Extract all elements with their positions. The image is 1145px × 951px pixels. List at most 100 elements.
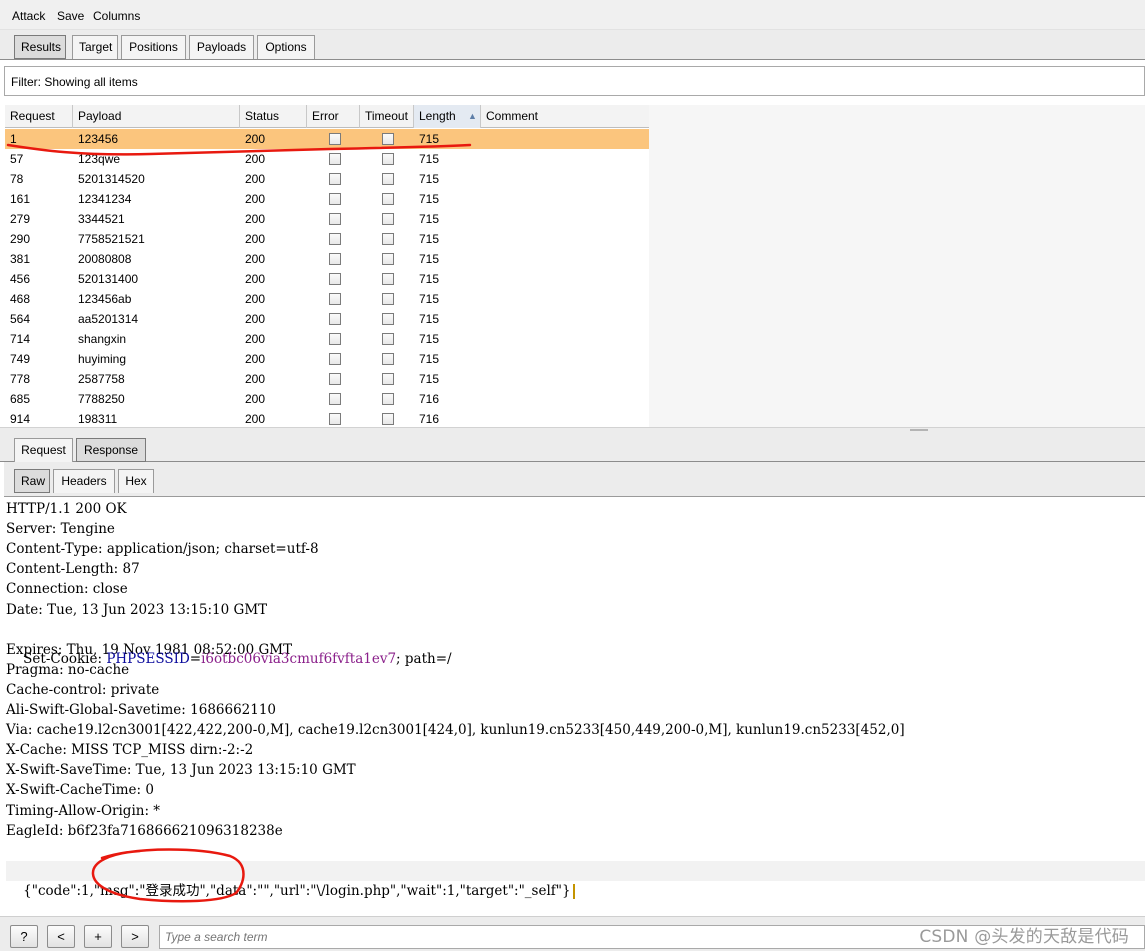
timeout-checkbox[interactable] bbox=[382, 253, 394, 265]
col-status[interactable]: Status bbox=[240, 105, 307, 128]
cell-request: 685 bbox=[10, 392, 31, 406]
cell-status: 200 bbox=[245, 132, 266, 146]
error-checkbox[interactable] bbox=[329, 413, 341, 425]
error-checkbox[interactable] bbox=[329, 213, 341, 225]
table-row[interactable]: 279 3344521 200 715 bbox=[5, 209, 649, 229]
table-row[interactable]: 714 shangxin 200 715 bbox=[5, 329, 649, 349]
cell-request: 381 bbox=[10, 252, 31, 266]
filter-bar[interactable]: Filter: Showing all items bbox=[4, 66, 1145, 96]
tab-results[interactable]: Results bbox=[14, 35, 66, 59]
error-checkbox[interactable] bbox=[329, 353, 341, 365]
table-row[interactable]: 78 5201314520 200 715 bbox=[5, 169, 649, 189]
table-row[interactable]: 468 123456ab 200 715 bbox=[5, 289, 649, 309]
cell-payload: 12341234 bbox=[78, 192, 132, 206]
cell-status: 200 bbox=[245, 292, 266, 306]
timeout-checkbox[interactable] bbox=[382, 273, 394, 285]
add-button[interactable]: + bbox=[84, 925, 112, 948]
error-checkbox[interactable] bbox=[329, 133, 341, 145]
error-checkbox[interactable] bbox=[329, 333, 341, 345]
error-checkbox[interactable] bbox=[329, 373, 341, 385]
tab-target[interactable]: Target bbox=[72, 35, 118, 59]
tab-options[interactable]: Options bbox=[257, 35, 315, 59]
timeout-checkbox[interactable] bbox=[382, 353, 394, 365]
table-row[interactable]: 914 198311 200 716 bbox=[5, 409, 649, 427]
tab-positions[interactable]: Positions bbox=[121, 35, 186, 59]
col-length-label: Length bbox=[419, 109, 456, 123]
menu-columns[interactable]: Columns bbox=[93, 9, 140, 23]
cell-length: 715 bbox=[419, 132, 440, 146]
response-line: Server: Tengine bbox=[6, 521, 115, 538]
timeout-checkbox[interactable] bbox=[382, 173, 394, 185]
cell-status: 200 bbox=[245, 372, 266, 386]
table-row[interactable]: 381 20080808 200 715 bbox=[5, 249, 649, 269]
message-tabbar: Request Response bbox=[0, 434, 1145, 462]
split-pane-divider[interactable] bbox=[0, 427, 1145, 434]
cell-status: 200 bbox=[245, 252, 266, 266]
response-raw-view[interactable]: HTTP/1.1 200 OK Server: Tengine Content-Ty… bbox=[4, 496, 1145, 916]
cell-request: 456 bbox=[10, 272, 31, 286]
cell-payload: 20080808 bbox=[78, 252, 132, 266]
tab-payloads[interactable]: Payloads bbox=[189, 35, 254, 59]
table-row[interactable]: 685 7788250 200 716 bbox=[5, 389, 649, 409]
timeout-checkbox[interactable] bbox=[382, 413, 394, 425]
cell-request: 279 bbox=[10, 212, 31, 226]
table-row[interactable]: 564 aa5201314 200 715 bbox=[5, 309, 649, 329]
cell-request: 468 bbox=[10, 292, 31, 306]
col-timeout[interactable]: Timeout bbox=[360, 105, 414, 128]
error-checkbox[interactable] bbox=[329, 253, 341, 265]
tab-hex[interactable]: Hex bbox=[118, 469, 154, 493]
timeout-checkbox[interactable] bbox=[382, 233, 394, 245]
col-length[interactable]: Length ▲ bbox=[414, 105, 481, 128]
timeout-checkbox[interactable] bbox=[382, 133, 394, 145]
table-row[interactable]: 1 123456 200 715 bbox=[5, 129, 649, 149]
table-row[interactable]: 456 520131400 200 715 bbox=[5, 269, 649, 289]
cell-request: 57 bbox=[10, 152, 24, 166]
next-button[interactable]: > bbox=[121, 925, 149, 948]
table-row[interactable]: 290 7758521521 200 715 bbox=[5, 229, 649, 249]
table-row[interactable]: 778 2587758 200 715 bbox=[5, 369, 649, 389]
timeout-checkbox[interactable] bbox=[382, 333, 394, 345]
main-tabbar: Results Target Positions Payloads Option… bbox=[0, 30, 1145, 60]
cell-length: 715 bbox=[419, 252, 440, 266]
help-button[interactable]: ? bbox=[10, 925, 38, 948]
tab-response[interactable]: Response bbox=[76, 438, 146, 462]
error-checkbox[interactable] bbox=[329, 393, 341, 405]
table-row[interactable]: 57 123qwe 200 715 bbox=[5, 149, 649, 169]
cell-payload: 520131400 bbox=[78, 272, 139, 286]
timeout-checkbox[interactable] bbox=[382, 153, 394, 165]
timeout-checkbox[interactable] bbox=[382, 293, 394, 305]
col-comment[interactable]: Comment bbox=[481, 105, 649, 128]
cell-length: 715 bbox=[419, 312, 440, 326]
menu-attack[interactable]: Attack bbox=[12, 9, 45, 23]
cell-payload: 2587758 bbox=[78, 372, 125, 386]
error-checkbox[interactable] bbox=[329, 173, 341, 185]
tab-raw[interactable]: Raw bbox=[14, 469, 50, 493]
error-checkbox[interactable] bbox=[329, 293, 341, 305]
previous-button[interactable]: < bbox=[47, 925, 75, 948]
timeout-checkbox[interactable] bbox=[382, 393, 394, 405]
json-body-text: {"code":1,"msg":"登录成功","data":"","url":"… bbox=[23, 883, 571, 899]
col-payload[interactable]: Payload bbox=[73, 105, 240, 128]
cell-payload: 123456ab bbox=[78, 292, 132, 306]
tab-request[interactable]: Request bbox=[14, 438, 73, 462]
menu-save[interactable]: Save bbox=[57, 9, 84, 23]
table-row[interactable]: 161 12341234 200 715 bbox=[5, 189, 649, 209]
error-checkbox[interactable] bbox=[329, 233, 341, 245]
table-row[interactable]: 749 huyiming 200 715 bbox=[5, 349, 649, 369]
response-line: Ali-Swift-Global-Savetime: 1686662110 bbox=[6, 702, 277, 718]
cell-payload: 123456 bbox=[78, 132, 119, 146]
error-checkbox[interactable] bbox=[329, 273, 341, 285]
cell-length: 716 bbox=[419, 392, 440, 406]
col-request[interactable]: Request bbox=[5, 105, 73, 128]
timeout-checkbox[interactable] bbox=[382, 313, 394, 325]
response-line: X-Swift-SaveTime: Tue, 13 Jun 2023 13:15… bbox=[6, 762, 356, 779]
error-checkbox[interactable] bbox=[329, 193, 341, 205]
timeout-checkbox[interactable] bbox=[382, 373, 394, 385]
cell-payload: 5201314520 bbox=[78, 172, 145, 186]
timeout-checkbox[interactable] bbox=[382, 193, 394, 205]
col-error[interactable]: Error bbox=[307, 105, 360, 128]
error-checkbox[interactable] bbox=[329, 153, 341, 165]
timeout-checkbox[interactable] bbox=[382, 213, 394, 225]
tab-headers[interactable]: Headers bbox=[53, 469, 115, 493]
error-checkbox[interactable] bbox=[329, 313, 341, 325]
